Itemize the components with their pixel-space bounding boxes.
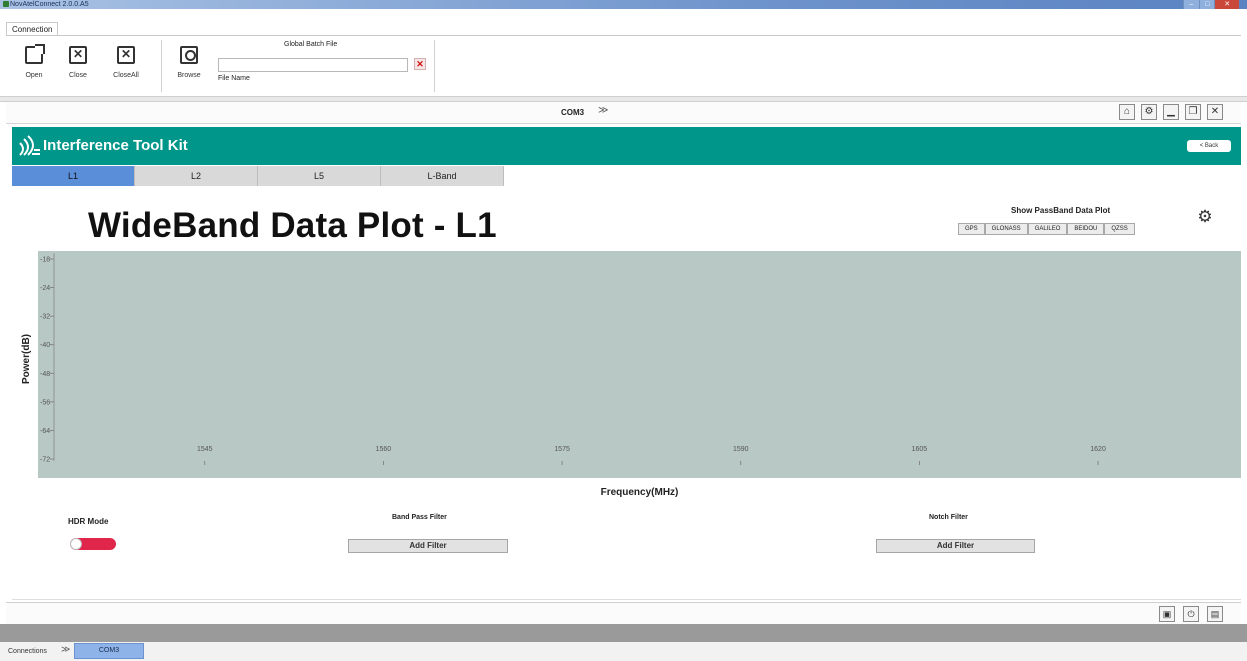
com-header: COM3 ≫ ⌂ ⚙ ▁ ❐ ✕ [6, 102, 1241, 124]
connection-tab-com3[interactable]: COM3 [74, 643, 144, 659]
y-tick-label: -18 [40, 257, 50, 264]
status-bar: ▣ ⏻ ▤ [6, 602, 1241, 624]
add-band-pass-filter-button[interactable]: Add Filter [348, 539, 508, 553]
browse-label: Browse [177, 72, 201, 79]
hdr-mode-toggle[interactable] [70, 538, 116, 550]
y-tick-label: -64 [40, 428, 50, 435]
connections-label: Connections [8, 648, 47, 655]
close-all-button[interactable]: CloseAll [106, 46, 146, 79]
x-tick-label: 1545 [197, 446, 213, 453]
close-all-icon [117, 46, 135, 64]
y-tick-label: -48 [40, 371, 50, 378]
plot-area [38, 251, 1241, 478]
passband-title: Show PassBand Data Plot [1011, 206, 1111, 215]
qzss-button[interactable]: QZSS [1104, 223, 1135, 235]
close-box-icon [69, 46, 87, 64]
batch-file-input[interactable] [218, 58, 408, 72]
x-tick-label: 1590 [733, 446, 749, 453]
y-tick-label: -32 [40, 314, 50, 321]
glonass-button[interactable]: GLONASS [984, 223, 1028, 235]
tab-l2[interactable]: L2 [135, 166, 258, 186]
console-icon[interactable]: ▣ [1159, 606, 1175, 622]
close-all-label: CloseAll [113, 72, 139, 79]
chart-svg: -18 -24 -32 -40 -48 -56 -64 -72 1545 1560 1575 159… [21, 251, 1241, 498]
minimize-icon[interactable]: – [1183, 0, 1199, 9]
tab-l-band[interactable]: L-Band [381, 166, 504, 186]
log-icon[interactable]: ▤ [1207, 606, 1223, 622]
y-tick-label: -72 [40, 457, 50, 464]
ribbon-divider [434, 40, 435, 92]
band-tabs: L1 L2 L5 L-Band [12, 166, 504, 186]
signal-waves-icon [19, 135, 40, 156]
search-icon [180, 46, 198, 64]
power-icon[interactable]: ⏻ [1183, 606, 1199, 622]
add-notch-filter-button[interactable]: Add Filter [876, 539, 1035, 553]
browse-button[interactable]: Browse [169, 46, 209, 79]
ribbon-divider [161, 40, 162, 92]
file-name-label: File Name [218, 75, 250, 82]
wideband-chart: -18 -24 -32 -40 -48 -56 -64 -72 1545 1560 1575 159… [12, 249, 1241, 502]
band-pass-filter-label: Band Pass Filter [392, 514, 447, 521]
gps-button[interactable]: GPS [958, 223, 985, 235]
back-button[interactable]: < Back [1187, 140, 1231, 152]
banner-title: Interference Tool Kit [43, 137, 188, 154]
connections-bar [0, 642, 1247, 661]
close-window-icon[interactable]: ✕ [1214, 0, 1239, 9]
hdr-mode-label: HDR Mode [68, 517, 109, 526]
chevron-down-icon[interactable]: ≫ [598, 105, 608, 116]
y-tick-label: -24 [40, 285, 50, 292]
notch-filter-label: Notch Filter [929, 514, 968, 521]
global-batch-file-title: Global Batch File [284, 41, 338, 48]
y-tick-label: -40 [40, 342, 50, 349]
y-tick-label: -56 [40, 399, 50, 406]
close-button[interactable]: Close [58, 46, 98, 79]
x-tick-label: 1605 [912, 446, 928, 453]
x-axis-label: Frequency(MHz) [601, 487, 679, 498]
home-icon[interactable]: ⌂ [1119, 104, 1135, 120]
interference-banner: Interference Tool Kit < Back [12, 127, 1241, 165]
beidou-button[interactable]: BEIDOU [1067, 223, 1105, 235]
x-tick-label: 1560 [376, 446, 392, 453]
window-title: NovAtelConnect 2.0.0.A5 [10, 1, 89, 8]
gear-icon[interactable]: ⚙ [1141, 104, 1157, 120]
restore-panel-icon[interactable]: ❐ [1185, 104, 1201, 120]
plot-title: WideBand Data Plot - L1 [88, 206, 497, 245]
window-controls: – □ ✕ [1183, 0, 1239, 9]
com-port-title: COM3 [561, 108, 585, 117]
tab-l1[interactable]: L1 [12, 166, 135, 186]
galileo-button[interactable]: GALILEO [1027, 223, 1068, 235]
settings-gear-icon[interactable]: ⚙ [1195, 207, 1215, 227]
x-tick-label: 1575 [554, 446, 570, 453]
chevron-down-icon[interactable]: ≫ [61, 644, 70, 655]
workspace-divider [0, 624, 1247, 642]
window-title-bar: NovAtelConnect 2.0.0.A5 – □ ✕ [0, 0, 1247, 9]
x-tick-label: 1620 [1090, 446, 1106, 453]
passband-buttons: GPS GLONASS GALILEO BEIDOU QZSS [958, 223, 1135, 235]
open-external-icon [25, 44, 45, 64]
clear-batch-file-icon[interactable]: ✕ [414, 58, 426, 70]
tab-l5[interactable]: L5 [258, 166, 381, 186]
ribbon-tab-connection[interactable]: Connection [6, 22, 59, 36]
close-label: Close [69, 72, 87, 79]
open-button[interactable]: Open [14, 44, 54, 79]
ribbon: Open Close CloseAll Browse [6, 35, 1241, 95]
y-axis-label: Power(dB) [21, 334, 32, 384]
minimize-panel-icon[interactable]: ▁ [1163, 104, 1179, 120]
open-label: Open [25, 72, 43, 79]
app-icon [3, 1, 9, 7]
maximize-icon[interactable]: □ [1198, 0, 1215, 9]
close-panel-icon[interactable]: ✕ [1207, 104, 1223, 120]
